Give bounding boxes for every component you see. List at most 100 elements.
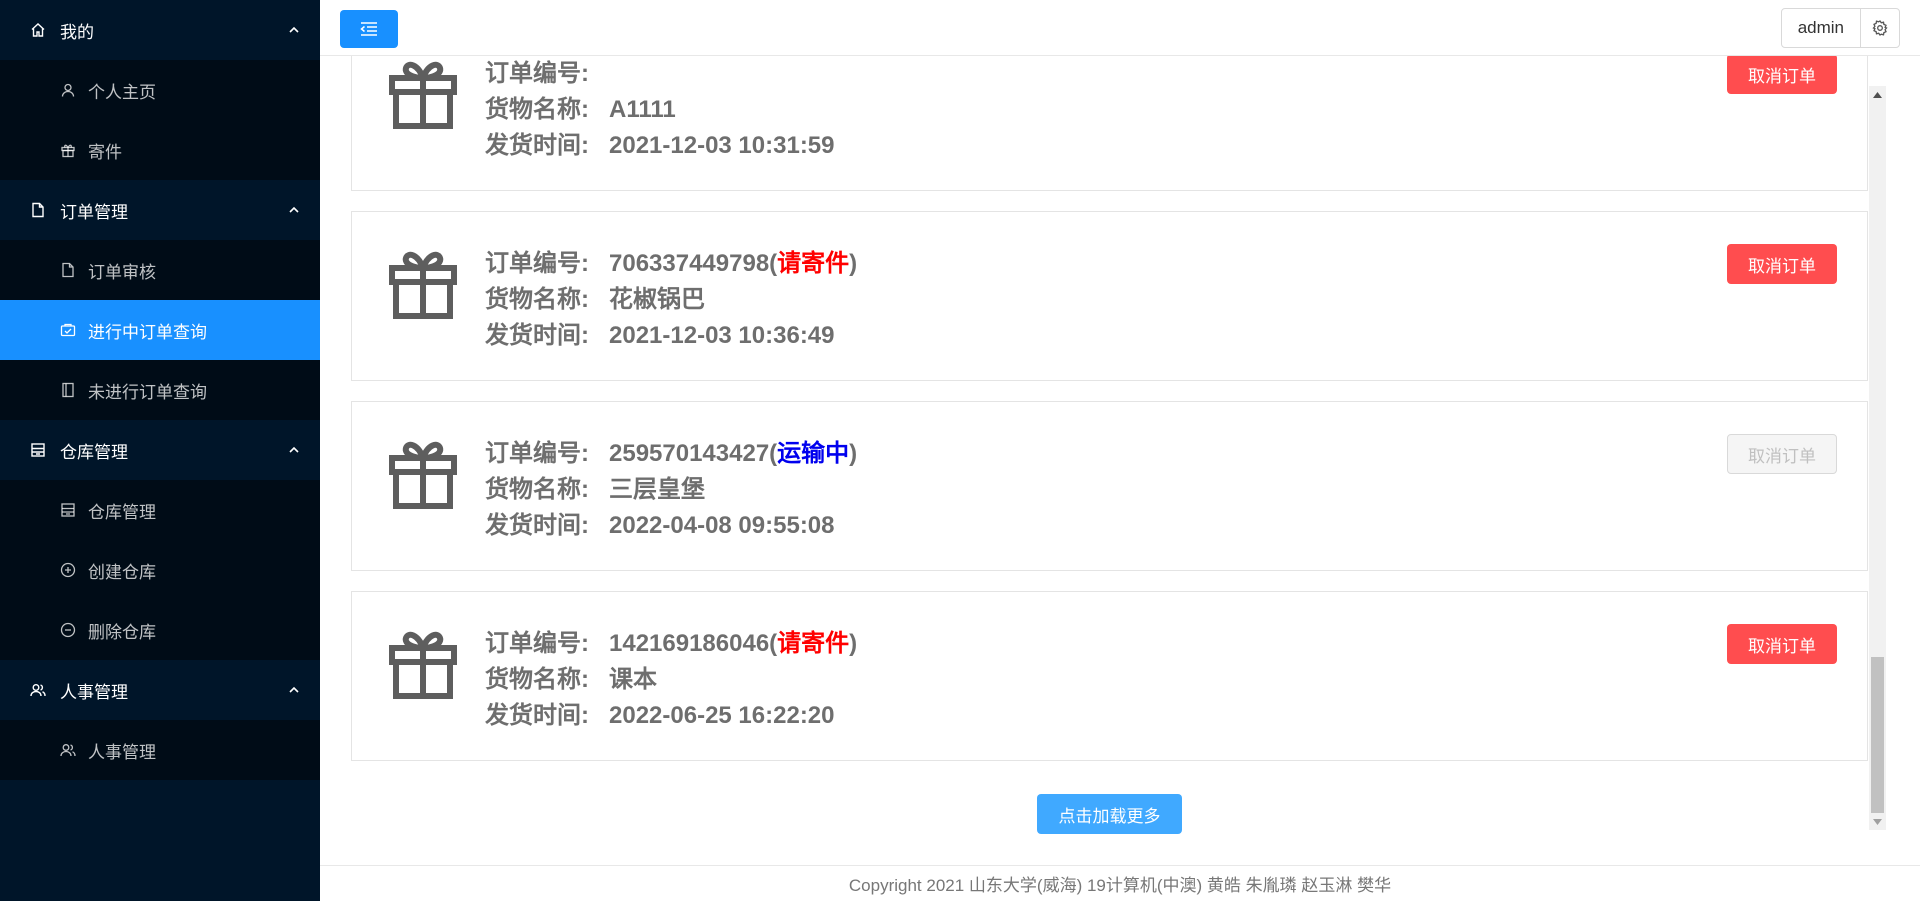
gift-icon (388, 628, 458, 700)
order-info: 订单编号: 142169186046 (请寄件) 货物名称: 课本 发货时间: … (485, 626, 857, 734)
sidebar: 我的 个人主页 寄件 订单管理 订单审核 进行中订单查询 未进行订单查询 仓库管… (0, 0, 320, 901)
order-card: 订单编号: 货物名称: A1111 发货时间: 2021-12-03 10:31… (351, 56, 1868, 191)
ship-time-row: 发货时间: 2021-12-03 10:31:59 (485, 128, 835, 164)
order-no-label: 订单编号: (485, 60, 589, 87)
sidebar-item-label: 未进行订单查询 (88, 382, 207, 402)
scroll-down-arrow-icon[interactable] (1869, 813, 1886, 830)
users-icon (60, 742, 76, 758)
ship-time-label: 发货时间: (485, 702, 589, 729)
paren-close: ) (849, 250, 858, 277)
settings-button[interactable] (1861, 9, 1899, 47)
warehouse-icon (60, 502, 76, 518)
menu-group-orders[interactable]: 订单管理 (0, 180, 320, 240)
gift-icon (388, 248, 458, 320)
sidebar-item-label: 人事管理 (88, 742, 156, 762)
paren-open: ( (769, 250, 778, 277)
goods-name-row: 货物名称: 课本 (485, 662, 857, 698)
chevron-up-icon (288, 444, 300, 456)
goods-name-row: 货物名称: 三层皇堡 (485, 472, 857, 508)
goods-name-label: 货物名称: (485, 286, 589, 313)
sidebar-item-ongoing-orders[interactable]: 进行中订单查询 (0, 300, 320, 360)
gear-icon (1872, 20, 1888, 36)
user-button-group: admin (1780, 8, 1900, 48)
file-icon (30, 202, 46, 218)
menu-group-hr[interactable]: 人事管理 (0, 660, 320, 720)
order-no-row: 订单编号: 259570143427 (运输中) (485, 436, 857, 472)
load-more-button[interactable]: 点击加载更多 (1037, 794, 1182, 834)
user-name-button[interactable]: admin (1782, 9, 1861, 47)
paren-close: ) (849, 440, 858, 467)
goods-name-row: 货物名称: A1111 (485, 92, 835, 128)
paren-open: ( (769, 440, 778, 467)
notebook-icon (60, 382, 76, 398)
ship-time-row: 发货时间: 2022-06-25 16:22:20 (485, 698, 857, 734)
sidebar-item-label: 创建仓库 (88, 562, 156, 582)
sidebar-item-warehouse-manage[interactable]: 仓库管理 (0, 480, 320, 540)
sidebar-item-profile[interactable]: 个人主页 (0, 60, 320, 120)
menu-group-warehouse[interactable]: 仓库管理 (0, 420, 320, 480)
submenu-hr: 人事管理 (0, 720, 320, 780)
main-content: 订单编号: 货物名称: A1111 发货时间: 2021-12-03 10:31… (320, 56, 1920, 866)
submenu-mine: 个人主页 寄件 (0, 60, 320, 180)
order-no-value: 259570143427 (609, 440, 770, 467)
goods-name-value: A1111 (609, 96, 676, 123)
top-header: admin (320, 0, 1920, 56)
goods-name-label: 货物名称: (485, 96, 589, 123)
sidebar-item-send[interactable]: 寄件 (0, 120, 320, 180)
sidebar-item-create-warehouse[interactable]: 创建仓库 (0, 540, 320, 600)
chevron-up-icon (288, 684, 300, 696)
minus-circle-icon (60, 622, 76, 638)
scrollbar[interactable] (1869, 86, 1886, 830)
goods-name-value: 三层皇堡 (609, 476, 705, 503)
order-no-label: 订单编号: (485, 630, 589, 657)
ship-time-value: 2021-12-03 10:36:49 (609, 322, 835, 349)
sidebar-item-label: 删除仓库 (88, 622, 156, 642)
paren-close: ) (849, 630, 858, 657)
order-status: 运输中 (777, 440, 850, 467)
package-icon (60, 142, 76, 158)
ship-time-row: 发货时间: 2021-12-03 10:36:49 (485, 318, 857, 354)
order-no-label: 订单编号: (485, 440, 589, 467)
order-card: 订单编号: 706337449798 (请寄件) 货物名称: 花椒锅巴 发货时间… (351, 211, 1868, 381)
user-icon (60, 82, 76, 98)
scrollbar-thumb[interactable] (1871, 657, 1884, 813)
sidebar-item-delete-warehouse[interactable]: 删除仓库 (0, 600, 320, 660)
scroll-up-arrow-icon[interactable] (1869, 86, 1886, 103)
cancel-order-button[interactable]: 取消订单 (1727, 624, 1837, 664)
order-no-row: 订单编号: 142169186046 (请寄件) (485, 626, 857, 662)
ship-time-value: 2022-04-08 09:55:08 (609, 512, 835, 539)
sidebar-item-label: 订单审核 (88, 262, 156, 282)
order-card: 订单编号: 259570143427 (运输中) 货物名称: 三层皇堡 发货时间… (351, 401, 1868, 571)
paren-open: ( (769, 630, 778, 657)
tickets-icon (60, 322, 76, 338)
chevron-up-icon (288, 24, 300, 36)
sidebar-item-label: 进行中订单查询 (88, 322, 207, 342)
cancel-order-button[interactable]: 取消订单 (1727, 56, 1837, 94)
cancel-order-button[interactable]: 取消订单 (1727, 244, 1837, 284)
warehouse-icon (30, 442, 46, 458)
home-icon (30, 22, 46, 38)
cancel-order-button-disabled: 取消订单 (1727, 434, 1837, 474)
menu-toggle-button[interactable] (340, 10, 398, 48)
footer: Copyright 2021 山东大学(威海) 19计算机(中澳) 黄皓 朱胤璘… (320, 865, 1920, 901)
sidebar-item-pending-orders[interactable]: 未进行订单查询 (0, 360, 320, 420)
sidebar-item-order-review[interactable]: 订单审核 (0, 240, 320, 300)
gift-icon (388, 438, 458, 510)
chevron-up-icon (288, 204, 300, 216)
sidebar-item-hr-manage[interactable]: 人事管理 (0, 720, 320, 780)
order-info: 订单编号: 259570143427 (运输中) 货物名称: 三层皇堡 发货时间… (485, 436, 857, 544)
ship-time-value: 2021-12-03 10:31:59 (609, 132, 835, 159)
goods-name-value: 花椒锅巴 (609, 286, 705, 313)
goods-name-value: 课本 (609, 666, 657, 693)
order-status: 请寄件 (777, 250, 850, 277)
goods-name-row: 货物名称: 花椒锅巴 (485, 282, 857, 318)
menu-group-mine[interactable]: 我的 (0, 0, 320, 60)
order-no-row: 订单编号: (485, 56, 835, 92)
ship-time-label: 发货时间: (485, 132, 589, 159)
menu-group-label: 订单管理 (60, 202, 128, 222)
order-no-label: 订单编号: (485, 250, 589, 277)
sidebar-item-label: 寄件 (88, 142, 122, 162)
order-status: 请寄件 (777, 630, 850, 657)
submenu-warehouse: 仓库管理 创建仓库 删除仓库 (0, 480, 320, 660)
menu-group-label: 我的 (60, 22, 94, 42)
